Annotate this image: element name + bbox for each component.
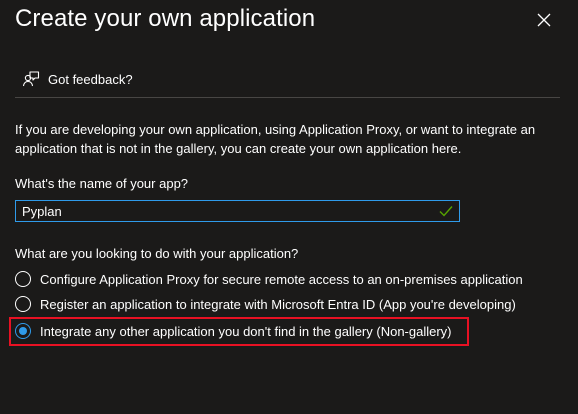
app-name-label: What's the name of your app? (15, 176, 189, 191)
divider (15, 97, 560, 98)
app-name-field (15, 200, 460, 222)
option-app-proxy[interactable]: Configure Application Proxy for secure r… (15, 268, 523, 290)
option-label: Integrate any other application you don'… (40, 323, 452, 339)
panel-title: Create your own application (15, 5, 316, 32)
feedback-link[interactable]: Got feedback? (22, 68, 133, 90)
purpose-question: What are you looking to do with your app… (15, 246, 299, 261)
option-label: Configure Application Proxy for secure r… (40, 271, 523, 287)
close-button[interactable] (530, 6, 558, 34)
feedback-person-icon (22, 71, 40, 87)
option-non-gallery[interactable]: Integrate any other application you don'… (15, 320, 452, 342)
radio-button-selected[interactable] (15, 323, 31, 339)
intro-text: If you are developing your own applicati… (15, 122, 536, 156)
valid-check-icon (436, 201, 456, 221)
option-register-app[interactable]: Register an application to integrate wit… (15, 293, 516, 315)
app-name-input[interactable] (16, 201, 436, 221)
radio-button[interactable] (15, 296, 31, 312)
feedback-label: Got feedback? (48, 71, 133, 87)
close-icon (537, 13, 551, 27)
option-label: Register an application to integrate wit… (40, 296, 516, 312)
radio-button[interactable] (15, 271, 31, 287)
